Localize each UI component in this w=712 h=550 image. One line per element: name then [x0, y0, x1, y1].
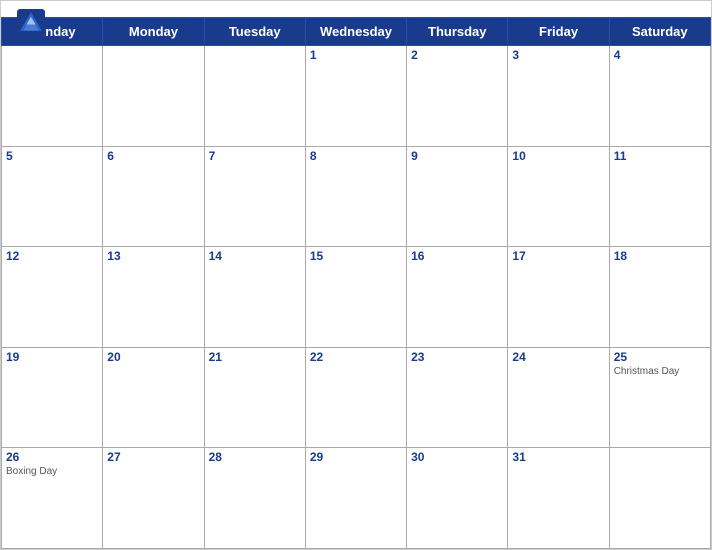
- day-cell: [609, 448, 710, 549]
- day-cell: 24: [508, 347, 609, 448]
- day-number: 18: [614, 249, 706, 263]
- day-number: 10: [512, 149, 604, 163]
- week-row-3: 19 20 21 22 23 24 25 Christmas Day: [2, 347, 711, 448]
- day-cell: 25 Christmas Day: [609, 347, 710, 448]
- weekday-header-saturday: Saturday: [609, 18, 710, 46]
- day-cell: 23: [407, 347, 508, 448]
- day-cell: 28: [204, 448, 305, 549]
- holiday-label: Boxing Day: [6, 466, 98, 477]
- holiday-label: Christmas Day: [614, 366, 706, 377]
- day-cell: 6: [103, 146, 204, 247]
- weekday-header-row: SundayMondayTuesdayWednesdayThursdayFrid…: [2, 18, 711, 46]
- day-cell: 16: [407, 247, 508, 348]
- calendar-table: SundayMondayTuesdayWednesdayThursdayFrid…: [1, 17, 711, 549]
- weekday-header-wednesday: Wednesday: [305, 18, 406, 46]
- day-number: 23: [411, 350, 503, 364]
- weekday-header-monday: Monday: [103, 18, 204, 46]
- day-number: 28: [209, 450, 301, 464]
- day-number: 5: [6, 149, 98, 163]
- day-number: 12: [6, 249, 98, 263]
- day-number: 27: [107, 450, 199, 464]
- calendar-header: [1, 1, 711, 17]
- day-cell: 31: [508, 448, 609, 549]
- day-cell: 17: [508, 247, 609, 348]
- weekday-header-friday: Friday: [508, 18, 609, 46]
- day-number: 29: [310, 450, 402, 464]
- day-cell: 26 Boxing Day: [2, 448, 103, 549]
- day-cell: 15: [305, 247, 406, 348]
- day-cell: 7: [204, 146, 305, 247]
- day-number: 30: [411, 450, 503, 464]
- day-number: 9: [411, 149, 503, 163]
- day-cell: 4: [609, 46, 710, 147]
- calendar-wrapper: SundayMondayTuesdayWednesdayThursdayFrid…: [0, 0, 712, 550]
- day-cell: 18: [609, 247, 710, 348]
- day-cell: 9: [407, 146, 508, 247]
- week-row-4: 26 Boxing Day 27 28 29 30 31: [2, 448, 711, 549]
- day-cell: 11: [609, 146, 710, 247]
- day-number: 14: [209, 249, 301, 263]
- day-number: 4: [614, 48, 706, 62]
- day-cell: 22: [305, 347, 406, 448]
- day-cell: 1: [305, 46, 406, 147]
- logo-icon: [17, 9, 45, 37]
- week-row-0: 1234: [2, 46, 711, 147]
- day-cell: [204, 46, 305, 147]
- week-row-1: 56789 10 11: [2, 146, 711, 247]
- day-number: 21: [209, 350, 301, 364]
- day-number: 19: [6, 350, 98, 364]
- day-number: 7: [209, 149, 301, 163]
- day-number: 22: [310, 350, 402, 364]
- day-cell: 12: [2, 247, 103, 348]
- day-cell: [2, 46, 103, 147]
- day-number: 3: [512, 48, 604, 62]
- day-cell: 27: [103, 448, 204, 549]
- day-cell: 30: [407, 448, 508, 549]
- day-number: 24: [512, 350, 604, 364]
- day-number: 25: [614, 350, 706, 364]
- week-row-2: 12 13 14 15 16 17 18: [2, 247, 711, 348]
- day-number: 6: [107, 149, 199, 163]
- calendar-tbody: 1234567891011121314151617181920212223242…: [2, 46, 711, 549]
- logo: [17, 9, 49, 37]
- day-number: 26: [6, 450, 98, 464]
- calendar-thead: SundayMondayTuesdayWednesdayThursdayFrid…: [2, 18, 711, 46]
- day-cell: 20: [103, 347, 204, 448]
- day-number: 31: [512, 450, 604, 464]
- day-cell: 19: [2, 347, 103, 448]
- day-cell: 8: [305, 146, 406, 247]
- day-cell: 10: [508, 146, 609, 247]
- weekday-header-thursday: Thursday: [407, 18, 508, 46]
- day-number: 1: [310, 48, 402, 62]
- day-number: 17: [512, 249, 604, 263]
- day-cell: 3: [508, 46, 609, 147]
- day-number: 2: [411, 48, 503, 62]
- day-cell: [103, 46, 204, 147]
- day-cell: 21: [204, 347, 305, 448]
- day-cell: 5: [2, 146, 103, 247]
- weekday-header-tuesday: Tuesday: [204, 18, 305, 46]
- day-number: 20: [107, 350, 199, 364]
- day-number: 11: [614, 149, 706, 163]
- day-cell: 13: [103, 247, 204, 348]
- day-number: 8: [310, 149, 402, 163]
- day-cell: 14: [204, 247, 305, 348]
- day-number: 15: [310, 249, 402, 263]
- day-cell: 29: [305, 448, 406, 549]
- day-number: 16: [411, 249, 503, 263]
- day-cell: 2: [407, 46, 508, 147]
- day-number: 13: [107, 249, 199, 263]
